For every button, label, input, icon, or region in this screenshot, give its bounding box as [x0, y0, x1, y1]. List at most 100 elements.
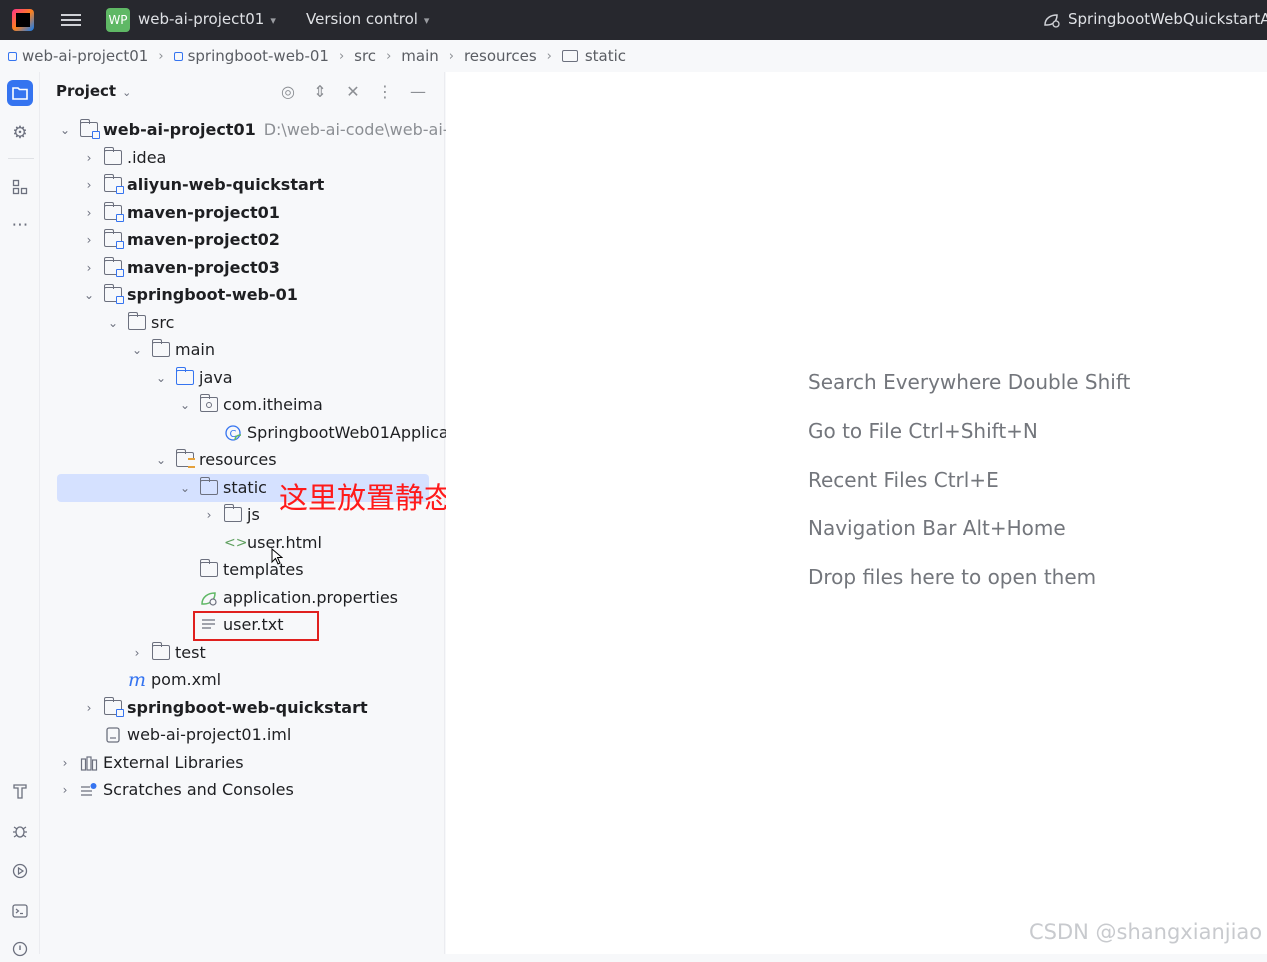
chevron-right-icon[interactable]: › — [202, 508, 216, 522]
tree-item-resources[interactable]: ⌄ resources — [154, 446, 277, 473]
terminal-icon[interactable] — [7, 898, 33, 924]
vcs-menu[interactable]: Version control ▾ — [306, 10, 429, 28]
hide-panel-icon[interactable]: — — [408, 82, 428, 102]
options-menu-icon[interactable]: ⋮ — [375, 82, 395, 102]
project-view-selector[interactable]: Project ⌄ — [56, 82, 131, 100]
library-icon — [80, 755, 98, 771]
module-folder-icon — [79, 119, 100, 139]
spring-run-icon[interactable] — [1042, 12, 1060, 28]
tree-item-main[interactable]: ⌄ main — [130, 336, 215, 363]
breadcrumb-item-resources[interactable]: resources — [464, 47, 537, 65]
tree-item-maven-project03[interactable]: › maven-project03 — [82, 254, 280, 281]
tree-item-web-ai-project01[interactable]: ⌄ web-ai-project01 D:\web-ai-code\web-ai-p — [58, 116, 459, 143]
editor-area[interactable]: Search Everywhere Double Shift Go to Fil… — [446, 72, 1267, 954]
project-selector[interactable]: web-ai-project01 ▾ — [138, 10, 276, 28]
locate-file-icon[interactable]: ◎ — [278, 82, 298, 102]
folder-icon — [151, 339, 170, 357]
settings-gear-icon[interactable]: ⚙ — [7, 120, 33, 146]
tree-item-application-properties[interactable]: application.properties — [178, 584, 398, 611]
chevron-right-icon[interactable]: › — [58, 756, 72, 770]
scratches-icon — [81, 782, 97, 796]
chevron-right-icon[interactable]: › — [82, 701, 96, 715]
tree-item-js[interactable]: › js — [202, 501, 260, 528]
chevron-down-icon[interactable]: ⌄ — [154, 371, 168, 385]
tree-item-com-itheima[interactable]: ⌄ com.itheima — [178, 391, 323, 418]
tree-item-templates[interactable]: templates — [178, 556, 304, 583]
folder-icon — [223, 504, 242, 522]
module-folder-icon — [103, 697, 124, 717]
resources-folder-icon — [175, 449, 195, 468]
tree-item-springboot-web-quickstart[interactable]: › springboot-web-quickstart — [82, 694, 368, 721]
collapse-all-icon[interactable]: ✕ — [343, 82, 363, 102]
chevron-down-icon[interactable]: ⌄ — [130, 343, 144, 357]
mouse-cursor-icon — [271, 548, 283, 565]
hammer-glyph — [13, 784, 27, 799]
tree-item-test[interactable]: › test — [130, 639, 206, 666]
chevron-right-icon[interactable]: › — [82, 178, 96, 192]
title-bar: WP web-ai-project01 ▾ Version control ▾ Sp… — [0, 0, 1267, 40]
tree-item-pom-xml[interactable]: m pom.xml — [106, 666, 221, 693]
tree-item-java[interactable]: ⌄ java — [154, 364, 233, 391]
chevron-down-icon[interactable]: ⌄ — [58, 123, 72, 137]
problems-icon[interactable] — [7, 936, 33, 962]
tree-item-springboot-application[interactable]: C SpringbootWeb01Applica — [202, 419, 449, 446]
tree-item-user-html[interactable]: <> user.html — [202, 529, 322, 556]
more-tools-icon[interactable]: ⋯ — [7, 212, 33, 238]
hint-drop-files: Drop files here to open them — [808, 565, 1097, 589]
services-run-icon[interactable] — [7, 858, 33, 884]
tree-item-maven-project02[interactable]: › maven-project02 — [82, 226, 280, 253]
intellij-logo-icon[interactable] — [12, 9, 34, 31]
chevron-right-icon[interactable]: › — [58, 783, 72, 797]
project-badge[interactable]: WP — [106, 8, 130, 32]
breadcrumb-item-project[interactable]: web-ai-project01 — [8, 47, 148, 65]
structure-icon[interactable] — [7, 174, 33, 200]
package-icon — [199, 394, 218, 412]
html-file-icon: <> — [224, 534, 248, 551]
tree-item-maven-project01[interactable]: › maven-project01 — [82, 199, 280, 226]
folder-icon — [103, 147, 122, 165]
breadcrumb-item-src[interactable]: src — [354, 47, 376, 65]
chevron-down-icon[interactable]: ⌄ — [82, 288, 96, 302]
module-icon — [173, 51, 183, 61]
expand-all-icon[interactable]: ⇕ — [310, 82, 330, 102]
breadcrumb-item-static[interactable]: static — [561, 47, 626, 65]
module-folder-icon — [103, 284, 124, 304]
left-tool-strip: ⚙ ⋯ — [0, 72, 40, 957]
chevron-down-icon[interactable]: ⌄ — [178, 481, 192, 495]
chevron-down-icon[interactable]: ⌄ — [154, 453, 168, 467]
watermark: CSDN @shangxianjiao — [1029, 920, 1263, 944]
folder-icon — [151, 642, 170, 660]
main-menu-icon[interactable] — [61, 11, 81, 29]
tree-item-idea[interactable]: › .idea — [82, 144, 166, 171]
chevron-right-icon[interactable]: › — [82, 233, 96, 247]
chevron-down-icon: ▾ — [270, 14, 276, 27]
chevron-down-icon[interactable]: ⌄ — [106, 316, 120, 330]
maven-file-icon: m — [128, 668, 147, 691]
debug-bug-icon[interactable] — [7, 818, 33, 844]
chevron-right-icon[interactable]: › — [82, 261, 96, 275]
divider — [8, 158, 34, 159]
tree-item-src[interactable]: ⌄ src — [106, 309, 174, 336]
breadcrumb-item-main[interactable]: main — [401, 47, 438, 65]
chevron-right-icon[interactable]: › — [130, 646, 144, 660]
folder-icon — [12, 87, 28, 100]
folder-icon — [127, 312, 146, 330]
terminal-glyph — [12, 904, 28, 918]
project-tool-button[interactable] — [7, 80, 33, 106]
chevron-down-icon[interactable]: ⌄ — [178, 398, 192, 412]
build-hammer-icon[interactable] — [7, 778, 33, 804]
tree-item-iml-file[interactable]: web-ai-project01.iml — [82, 721, 291, 748]
chevron-right-icon: › — [158, 48, 164, 64]
tree-item-external-libraries[interactable]: › External Libraries — [58, 749, 244, 776]
tree-item-scratches-and-consoles[interactable]: › Scratches and Consoles — [58, 776, 294, 803]
source-folder-icon — [175, 367, 194, 385]
tree-item-springboot-web-01[interactable]: ⌄ springboot-web-01 — [82, 281, 298, 308]
chevron-right-icon[interactable]: › — [82, 151, 96, 165]
hint-navigation-bar: Navigation Bar Alt+Home — [808, 516, 1066, 540]
tree-item-aliyun-web-quickstart[interactable]: › aliyun-web-quickstart — [82, 171, 324, 198]
chevron-right-icon[interactable]: › — [82, 206, 96, 220]
module-folder-icon — [103, 174, 124, 194]
run-configuration-selector[interactable]: SpringbootWebQuickstartA — [1068, 10, 1267, 28]
tree-item-static[interactable]: ⌄ static — [178, 474, 267, 501]
breadcrumb-item-module[interactable]: springboot-web-01 — [173, 47, 329, 65]
